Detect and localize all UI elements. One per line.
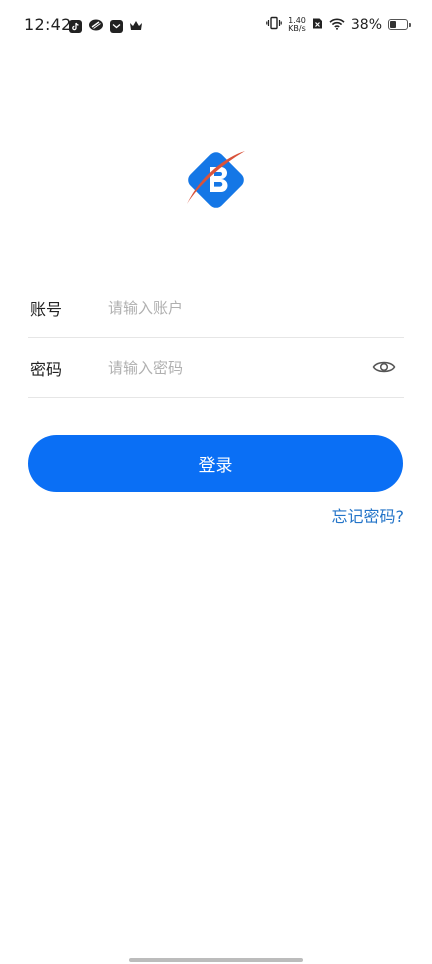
battery-icon <box>388 19 411 30</box>
notification-icons <box>69 17 143 36</box>
login-form: 账号 密码 <box>28 278 404 398</box>
app-logo <box>187 151 245 208</box>
crown-icon <box>129 17 143 36</box>
home-indicator[interactable] <box>129 958 303 962</box>
network-speed: 1.40 KB/s <box>288 16 306 33</box>
no-sim-icon <box>312 15 323 34</box>
login-button[interactable]: 登录 <box>28 435 403 492</box>
status-right: 1.40 KB/s 38% <box>266 15 411 34</box>
battery-tip <box>409 23 411 27</box>
account-label: 账号 <box>30 299 63 319</box>
status-bar: 12:42 1.40 KB/s 38% <box>0 0 432 52</box>
tiktok-icon <box>69 20 82 33</box>
show-password-eye-icon[interactable] <box>372 357 396 377</box>
password-input[interactable] <box>108 358 404 377</box>
wifi-icon <box>329 15 345 34</box>
account-input[interactable] <box>108 298 404 317</box>
forgot-password-link[interactable]: 忘记密码? <box>332 503 405 527</box>
account-row: 账号 <box>28 278 404 338</box>
battery-percent: 38% <box>350 16 382 33</box>
vibrate-icon <box>266 15 282 34</box>
battery-fill <box>390 21 396 28</box>
network-speed-unit: KB/s <box>288 23 306 33</box>
mail-app-icon <box>110 20 123 33</box>
password-row: 密码 <box>28 338 404 398</box>
status-time: 12:42 <box>24 15 72 34</box>
password-label: 密码 <box>30 359 63 379</box>
link-app-icon <box>88 17 104 36</box>
